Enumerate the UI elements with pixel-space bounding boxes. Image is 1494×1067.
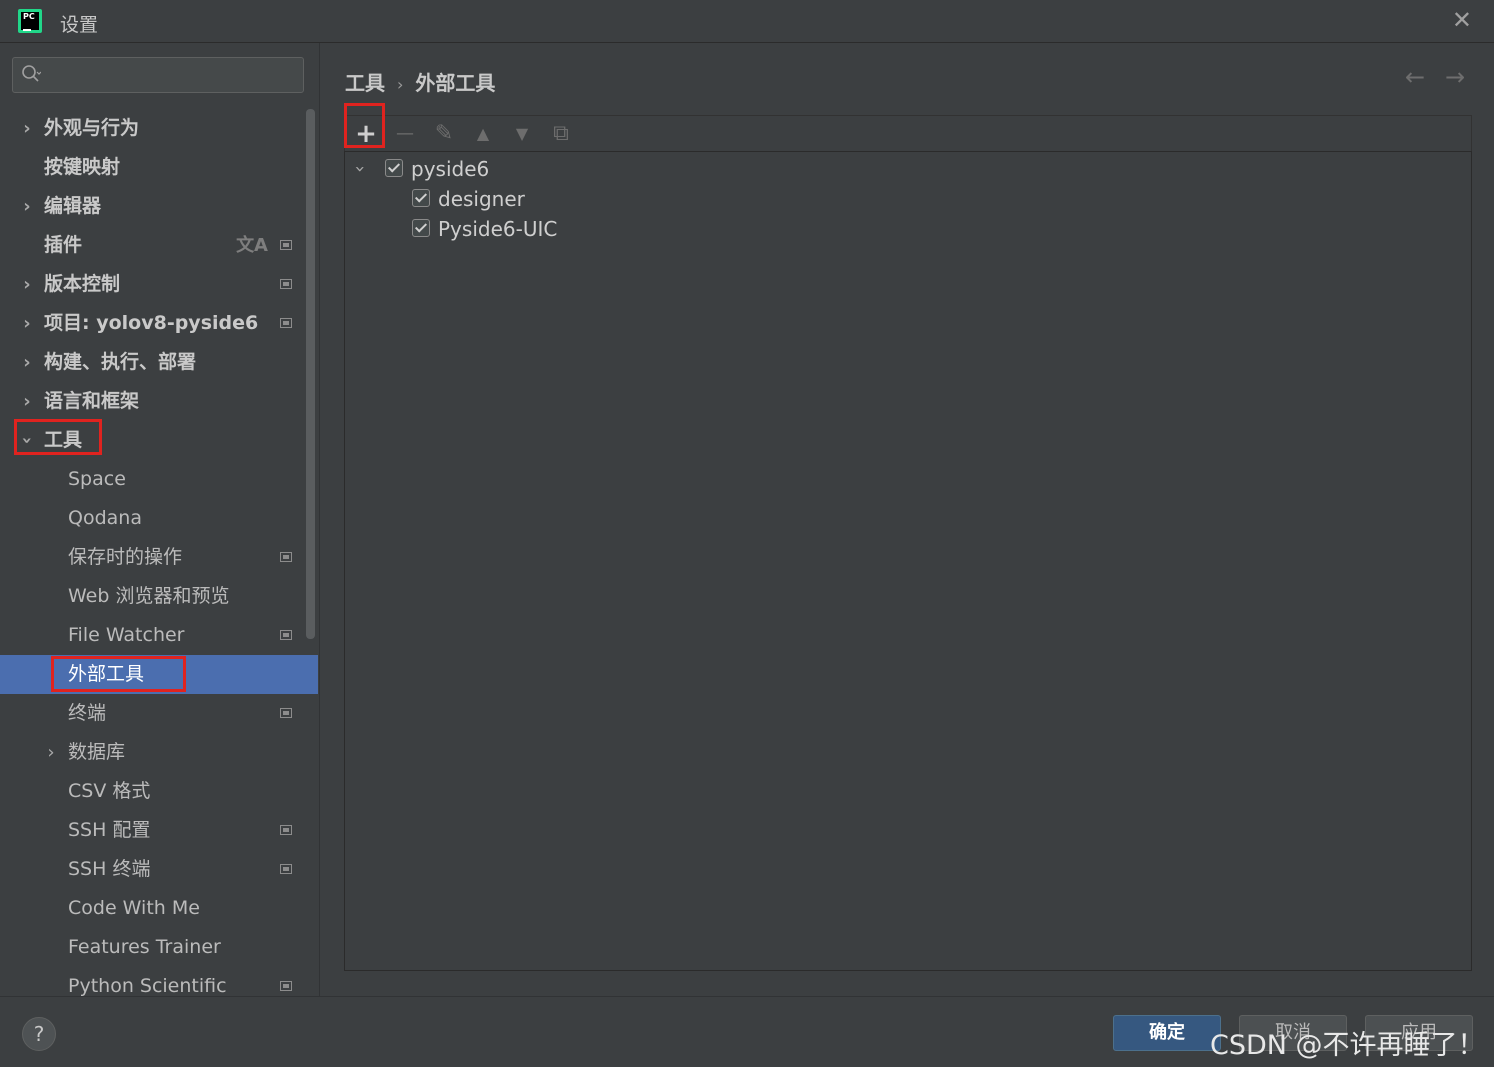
chevron-down-icon[interactable]: ›: [345, 165, 375, 172]
tree-item-designer[interactable]: designer: [345, 184, 945, 214]
tree-item-label: Pyside6-UIC: [438, 217, 558, 241]
sidebar-item-label: 编辑器: [44, 195, 102, 217]
sidebar-item-label: 语言和框架: [44, 390, 140, 412]
highlight-box-tools: [14, 419, 102, 455]
sidebar-item-csv[interactable]: CSV 格式: [0, 772, 306, 811]
chevron-right-icon: ›: [23, 313, 31, 334]
sidebar-item-build[interactable]: › 构建、执行、部署: [0, 343, 306, 382]
move-up-button[interactable]: ▲: [468, 116, 498, 152]
search-icon: [22, 65, 41, 82]
sidebar-item-features-trainer[interactable]: Features Trainer: [0, 928, 306, 967]
sidebar-item-project[interactable]: › 项目: yolov8-pyside6: [0, 304, 306, 343]
tree-item-label: designer: [438, 187, 525, 211]
sidebar-item-label: Features Trainer: [68, 936, 221, 958]
help-button[interactable]: ?: [22, 1017, 56, 1051]
title-bar: PC 设置 ✕: [0, 0, 1494, 43]
project-icon: [280, 240, 292, 250]
sidebar-item-actions-on-save[interactable]: 保存时的操作: [0, 538, 306, 577]
edit-button[interactable]: ✎: [429, 116, 459, 152]
move-down-button[interactable]: ▼: [507, 116, 537, 152]
external-tools-tree: › pyside6 designer Pyside6-UIC: [344, 151, 1472, 971]
checkbox-checked[interactable]: [412, 219, 430, 237]
sidebar-scrollbar[interactable]: [306, 109, 315, 639]
close-icon[interactable]: ✕: [1452, 8, 1472, 32]
search-input[interactable]: [12, 57, 304, 93]
sidebar-item-label: 按键映射: [44, 156, 121, 178]
window-title: 设置: [60, 14, 99, 36]
breadcrumb-parent[interactable]: 工具: [345, 71, 385, 95]
sidebar-item-database[interactable]: › 数据库: [0, 733, 306, 772]
sidebar-item-label: Web 浏览器和预览: [68, 585, 230, 607]
checkbox-checked[interactable]: [385, 159, 403, 177]
project-icon: [280, 864, 292, 874]
sidebar-item-label: 插件: [44, 234, 83, 256]
sidebar-item-space[interactable]: Space: [0, 460, 306, 499]
tree-item-pyside6-uic[interactable]: Pyside6-UIC: [345, 214, 945, 244]
dialog-footer: ? 确定 取消 应用 CSDN @不许再睡了！: [0, 996, 1494, 1067]
sidebar-item-label: 构建、执行、部署: [44, 351, 197, 373]
sidebar-item-file-watcher[interactable]: File Watcher: [0, 616, 306, 655]
sidebar-item-python-scientific[interactable]: Python Scientific: [0, 967, 306, 996]
sidebar-item-qodana[interactable]: Qodana: [0, 499, 306, 538]
sidebar-item-appearance[interactable]: › 外观与行为: [0, 109, 306, 148]
checkbox-checked[interactable]: [412, 189, 430, 207]
sidebar-item-web-browsers[interactable]: Web 浏览器和预览: [0, 577, 306, 616]
project-icon: [280, 318, 292, 328]
sidebar-item-languages[interactable]: › 语言和框架: [0, 382, 306, 421]
sidebar-item-ssh-config[interactable]: SSH 配置: [0, 811, 306, 850]
sidebar-item-ssh-terminal[interactable]: SSH 终端: [0, 850, 306, 889]
sidebar-item-label: Code With Me: [68, 897, 200, 919]
project-icon: [280, 630, 292, 640]
settings-sidebar: › 外观与行为 按键映射 › 编辑器 插件 文A › 版本控制 › 项目: yo…: [0, 43, 318, 996]
sidebar-item-code-with-me[interactable]: Code With Me: [0, 889, 306, 928]
highlight-box-add: [344, 103, 385, 148]
sidebar-item-label: 数据库: [68, 741, 126, 763]
forward-arrow-icon[interactable]: →: [1445, 63, 1465, 91]
chevron-right-icon: ›: [23, 274, 31, 295]
tree-group-pyside6[interactable]: › pyside6: [345, 154, 945, 184]
sidebar-item-label: Qodana: [68, 507, 142, 529]
chevron-right-icon: ›: [47, 742, 55, 763]
sidebar-item-label: 外观与行为: [44, 117, 140, 139]
sidebar-item-label: 项目: yolov8-pyside6: [44, 312, 259, 334]
sidebar-item-terminal[interactable]: 终端: [0, 694, 306, 733]
sidebar-item-label: 保存时的操作: [68, 546, 183, 568]
project-icon: [280, 708, 292, 718]
sidebar-item-label: Python Scientific: [68, 975, 227, 996]
project-icon: [280, 552, 292, 562]
project-icon: [280, 825, 292, 835]
project-icon: [280, 981, 292, 991]
sidebar-item-label: 终端: [68, 702, 107, 724]
translate-icon: 文A: [236, 235, 268, 256]
project-icon: [280, 279, 292, 289]
highlight-box-external-tools: [51, 656, 186, 692]
sidebar-item-editor[interactable]: › 编辑器: [0, 187, 306, 226]
pycharm-icon: PC: [18, 9, 42, 33]
breadcrumb-current: 外部工具: [415, 71, 496, 95]
back-arrow-icon[interactable]: ←: [1405, 63, 1425, 91]
remove-button[interactable]: —: [390, 116, 420, 152]
sidebar-item-label: SSH 配置: [68, 819, 151, 841]
breadcrumb: 工具 › 外部工具: [345, 67, 495, 96]
chevron-right-icon: ›: [23, 352, 31, 373]
sidebar-item-label: 版本控制: [44, 273, 121, 295]
breadcrumb-separator: ›: [397, 75, 404, 94]
sidebar-item-keymap[interactable]: 按键映射: [0, 148, 306, 187]
chevron-right-icon: ›: [23, 118, 31, 139]
sidebar-item-plugins[interactable]: 插件 文A: [0, 226, 306, 265]
settings-content: 工具 › 外部工具 ← → + — ✎ ▲ ▼ ⧉ › pyside6 design…: [319, 43, 1494, 996]
tree-item-label: pyside6: [411, 157, 490, 181]
sidebar-item-label: SSH 终端: [68, 858, 151, 880]
watermark: CSDN @不许再睡了！: [1210, 1030, 1485, 1061]
sidebar-item-label: Space: [68, 468, 126, 490]
sidebar-item-label: CSV 格式: [68, 780, 151, 802]
copy-button[interactable]: ⧉: [546, 116, 576, 152]
sidebar-item-label: File Watcher: [68, 624, 185, 646]
sidebar-item-vcs[interactable]: › 版本控制: [0, 265, 306, 304]
ok-button[interactable]: 确定: [1113, 1015, 1221, 1051]
chevron-right-icon: ›: [23, 196, 31, 217]
chevron-right-icon: ›: [23, 391, 31, 412]
tools-toolbar: + — ✎ ▲ ▼ ⧉: [344, 115, 1472, 151]
